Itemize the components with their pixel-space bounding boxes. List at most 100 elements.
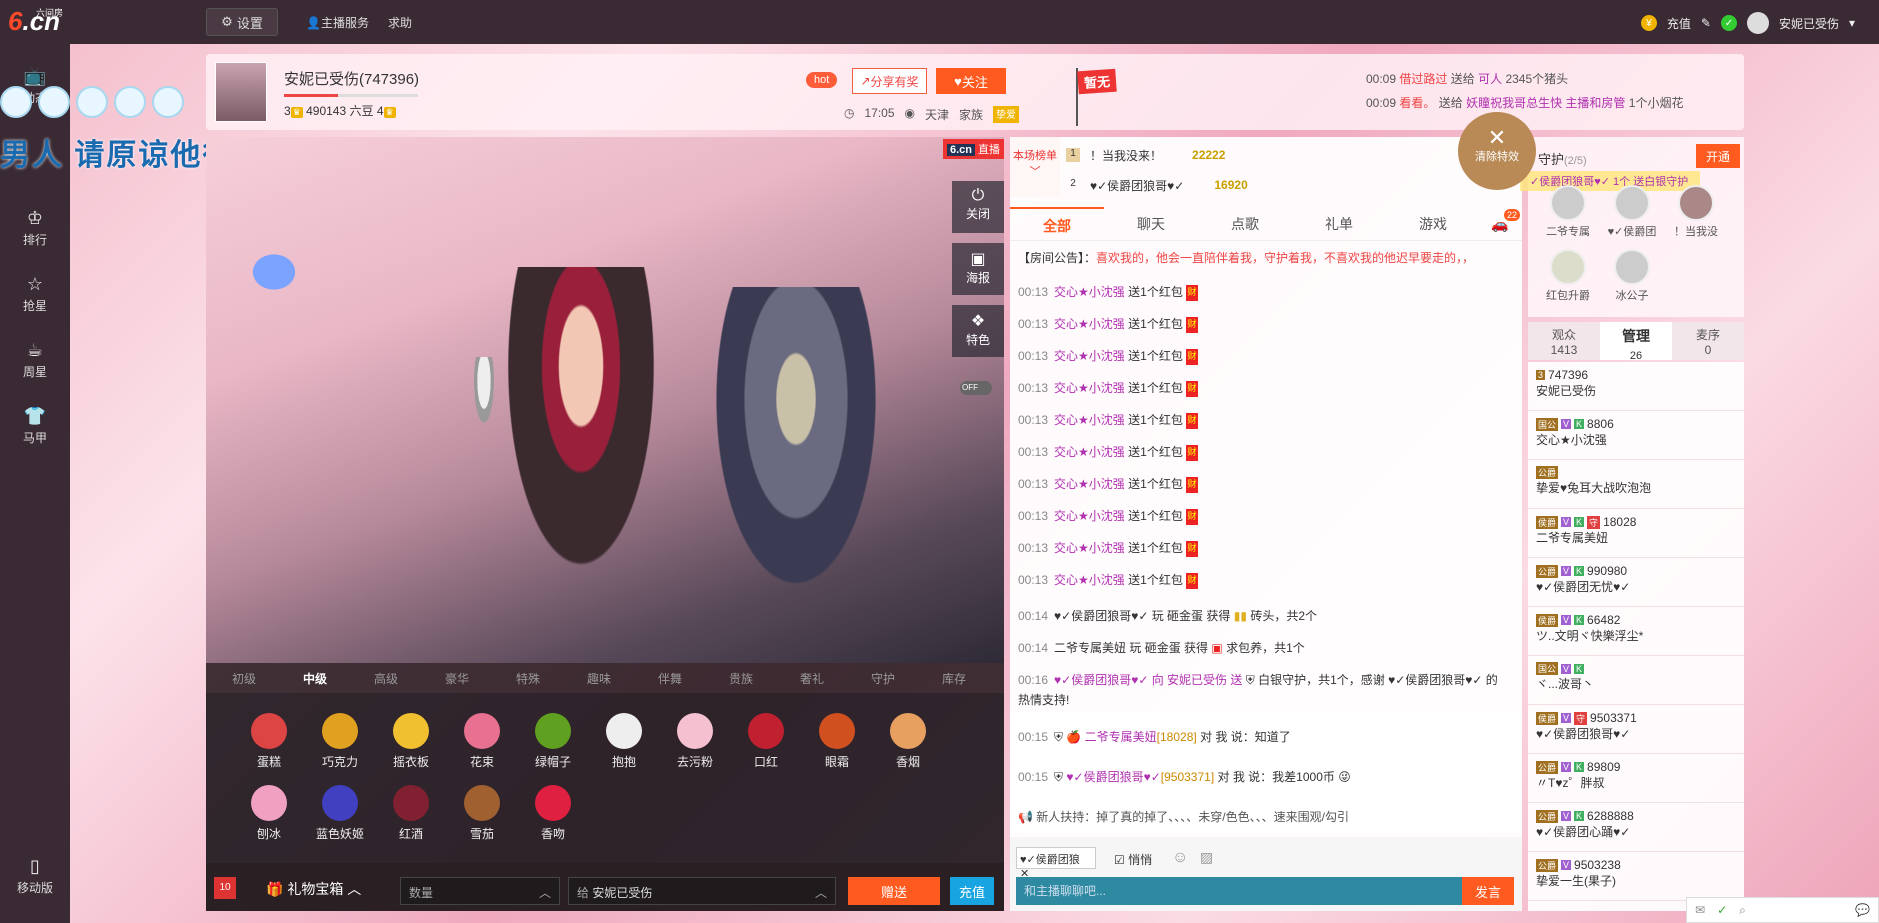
- user-row[interactable]: 公爵 V K 990980 ♥✓侯爵团无忧♥✓: [1528, 558, 1744, 607]
- poster-button[interactable]: ▣ 海报: [952, 243, 1004, 295]
- msg-user[interactable]: 交心★小沈强: [1054, 317, 1125, 331]
- tab-audience[interactable]: 观众 1413: [1528, 322, 1600, 360]
- sidebar-item-star[interactable]: ☆ 抢星: [0, 274, 70, 314]
- mail-icon[interactable]: ✉: [1695, 903, 1705, 917]
- gift-item[interactable]: 抱抱: [589, 713, 659, 770]
- sidebar-item-vest[interactable]: 👕 马甲: [0, 406, 70, 446]
- gift-tab[interactable]: 守护: [871, 670, 942, 687]
- image-icon[interactable]: ▨: [1200, 849, 1213, 866]
- recharge-link[interactable]: 充值: [1667, 15, 1691, 32]
- gift-item[interactable]: 绿帽子: [518, 713, 588, 770]
- msg-user[interactable]: 二爷专属美妞: [1085, 730, 1157, 744]
- tab-mic-queue[interactable]: 麦序 0: [1672, 322, 1744, 360]
- gift-item[interactable]: 花束: [447, 713, 517, 770]
- user-row[interactable]: 国公 V K ヾ...波哥丶: [1528, 656, 1744, 705]
- msg-user[interactable]: 交心★小沈强: [1054, 541, 1125, 555]
- msg-user[interactable]: ♥✓侯爵团狼哥♥✓: [1066, 770, 1160, 784]
- recipient-select[interactable]: 给 安妮已受伤 ︿: [568, 877, 836, 905]
- gift-tab[interactable]: 趣味: [587, 670, 658, 687]
- gift-tab[interactable]: 豪华: [445, 670, 516, 687]
- tab-all[interactable]: 全部: [1010, 207, 1104, 241]
- guard-member[interactable]: ♥✓侯爵团: [1604, 185, 1660, 239]
- ticker-to[interactable]: 可人: [1478, 72, 1502, 86]
- gift-tab[interactable]: 特殊: [516, 670, 587, 687]
- user-row[interactable]: 侯爵 V K 守 18028 二爷专属美妞: [1528, 509, 1744, 558]
- clear-effects-button[interactable]: ✕ 清除特效: [1458, 112, 1536, 190]
- gift-item[interactable]: 刨冰: [234, 785, 304, 842]
- user-row[interactable]: 公爵 V K 6288888 ♥✓侯爵团心踊♥✓: [1528, 803, 1744, 852]
- username[interactable]: 安妮已受伤: [1779, 15, 1839, 32]
- msg-user[interactable]: 交心★小沈强: [1054, 381, 1125, 395]
- gift-tab[interactable]: 初级: [232, 670, 303, 687]
- anchor-service-link[interactable]: 👤主播服务: [306, 14, 369, 31]
- gift-item[interactable]: 蛋糕: [234, 713, 304, 770]
- gift-item[interactable]: 巧克力: [305, 713, 375, 770]
- msg-user[interactable]: 交心★小沈强: [1054, 349, 1125, 363]
- message-icon[interactable]: 💬: [1855, 903, 1870, 917]
- rank-title[interactable]: 本场榜单 ﹀: [1010, 137, 1060, 197]
- share-button[interactable]: ↗ 分享有奖: [852, 68, 927, 94]
- user-row[interactable]: 国公 V K 8806 交心★小沈强: [1528, 411, 1744, 460]
- guard-member[interactable]: 红包升爵: [1540, 249, 1596, 303]
- feature-button[interactable]: ❖ 特色: [952, 305, 1004, 357]
- msg-user[interactable]: 交心★小沈强: [1054, 445, 1125, 459]
- close-video-button[interactable]: ⏻ 关闭: [952, 181, 1004, 233]
- user-avatar[interactable]: [1746, 12, 1769, 34]
- follow-button[interactable]: ♥ 关注: [936, 68, 1006, 94]
- msg-user[interactable]: 交心★小沈强: [1054, 573, 1125, 587]
- gift-item[interactable]: 去污粉: [660, 713, 730, 770]
- anchor-thumbnail[interactable]: [215, 62, 267, 122]
- gift-item[interactable]: 口红: [731, 713, 801, 770]
- sidebar-item-weekly-star[interactable]: ☕ 周星: [0, 340, 70, 380]
- gift-tab[interactable]: 高级: [374, 670, 445, 687]
- gift-tab[interactable]: 奢礼: [800, 670, 871, 687]
- gift-item[interactable]: 红酒: [376, 785, 446, 842]
- ticker-from[interactable]: 借过路过: [1399, 72, 1447, 86]
- whisper-checkbox[interactable]: ☑ 悄悄: [1114, 851, 1152, 868]
- edit-icon[interactable]: ✎: [1701, 16, 1711, 30]
- user-row[interactable]: 公爵 V K 89809 〃T♥z゜胖叔: [1528, 754, 1744, 803]
- tab-chat[interactable]: 聊天: [1104, 207, 1198, 241]
- ticker-to[interactable]: 妖瞳祝我哥总生快 主播和房管: [1466, 96, 1625, 110]
- gift-item[interactable]: 摇衣板: [376, 713, 446, 770]
- msg-user[interactable]: 交心★小沈强: [1054, 413, 1125, 427]
- guard-member[interactable]: 二爷专属: [1540, 185, 1596, 239]
- gift-tab[interactable]: 库存: [942, 670, 972, 687]
- gift-tab[interactable]: 贵族: [729, 670, 800, 687]
- check-icon[interactable]: ✓: [1717, 903, 1727, 917]
- sidebar-item-mobile[interactable]: ▯ 移动版: [0, 856, 70, 896]
- recharge-button[interactable]: 充值: [950, 877, 994, 905]
- tab-gifts[interactable]: 礼单: [1292, 207, 1386, 241]
- tab-song[interactable]: 点歌: [1198, 207, 1292, 241]
- rank-row[interactable]: 2 ♥✓侯爵团狼哥♥✓ 16920: [1066, 171, 1446, 199]
- search-icon[interactable]: ⌕: [1739, 903, 1746, 918]
- send-gift-button[interactable]: 赠送: [848, 877, 940, 905]
- user-row[interactable]: 公爵 挚爱♥兔耳大战吹泡泡: [1528, 460, 1744, 509]
- user-row[interactable]: 侯爵 V K 66482 ツ..文明ヾ快樂浮尘*: [1528, 607, 1744, 656]
- msg-user[interactable]: 交心★小沈强: [1054, 509, 1125, 523]
- chat-send-button[interactable]: 发言: [1462, 877, 1514, 905]
- tab-games[interactable]: 游戏: [1386, 207, 1480, 241]
- msg-user[interactable]: 交心★小沈强: [1054, 477, 1125, 491]
- gift-item[interactable]: 蓝色妖姬: [305, 785, 375, 842]
- wealth-badge[interactable]: 10: [214, 877, 236, 899]
- site-logo[interactable]: 6.cn 六间房: [8, 6, 68, 38]
- gift-box-button[interactable]: 🎁 礼物宝箱 ︿: [266, 879, 361, 899]
- user-row[interactable]: 3 747396 安妮已受伤: [1528, 362, 1744, 411]
- gift-item[interactable]: 香烟: [873, 713, 943, 770]
- gift-item[interactable]: 香吻: [518, 785, 588, 842]
- open-guard-button[interactable]: 开通: [1696, 144, 1740, 168]
- chat-input[interactable]: 和主播聊聊吧...: [1016, 877, 1466, 905]
- check-icon[interactable]: ✓: [1720, 15, 1737, 31]
- chat-target-select[interactable]: ♥✓侯爵团狼 ✕: [1016, 847, 1096, 880]
- guard-member[interactable]: ！当我没: [1668, 185, 1724, 239]
- gift-tab[interactable]: 伴舞: [658, 670, 729, 687]
- rank-row[interactable]: 1 ！当我没来！ 22222: [1066, 141, 1446, 169]
- effects-toggle[interactable]: OFF: [960, 381, 992, 395]
- user-row[interactable]: 侯爵 V 守 9503371 ♥✓侯爵团狼哥♥✓: [1528, 705, 1744, 754]
- family-badge[interactable]: 挚爱: [993, 106, 1020, 123]
- quantity-select[interactable]: 数量 ︿: [400, 877, 560, 905]
- msg-user[interactable]: 交心★小沈强: [1054, 285, 1125, 299]
- car-button[interactable]: 🚗 22: [1480, 207, 1520, 241]
- chevron-down-icon[interactable]: ▾: [1849, 16, 1855, 30]
